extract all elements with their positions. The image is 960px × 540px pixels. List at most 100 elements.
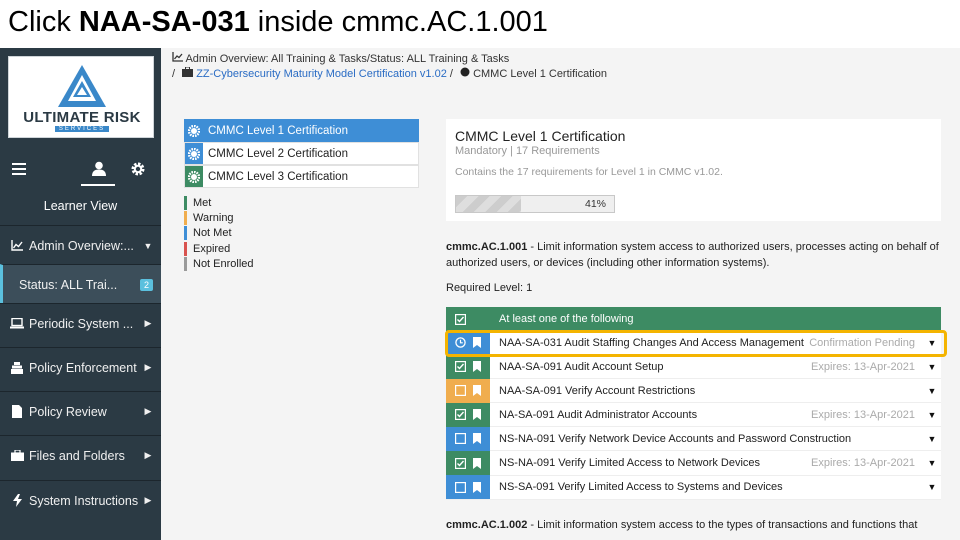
row-dropdown-icon[interactable]: ▼ [923, 482, 941, 492]
chart-icon [172, 52, 183, 62]
legend-not-enrolled: Not Enrolled [184, 256, 254, 271]
bolt-icon [9, 494, 25, 508]
card-title: CMMC Level 1 Certification [455, 128, 626, 144]
progress-fill [456, 196, 521, 212]
legend-expired: Expired [184, 241, 254, 256]
requirement-row-naa-sa-031[interactable]: NAA-SA-031 Audit Staffing Changes And Ac… [446, 330, 941, 356]
sidebar-item-periodic-system[interactable]: Periodic System ... ▶ [0, 303, 161, 343]
sidebar-item-files-folders[interactable]: Files and Folders ▶ [0, 435, 161, 475]
status-legend: Met Warning Not Met Expired Not Enrolled [184, 195, 254, 271]
row-dropdown-icon[interactable]: ▼ [923, 362, 941, 372]
requirement-id-2: cmmc.AC.1.002 [446, 519, 528, 531]
card-subtitle: Mandatory | 17 Requirements [455, 145, 600, 157]
instruction-target: NAA-SA-031 [78, 6, 250, 38]
chart-icon [9, 239, 25, 253]
requirement-description: cmmc.AC.1.001 - Limit information system… [446, 241, 939, 269]
instruction-suffix: inside cmmc.AC.1.001 [249, 6, 548, 38]
certification-summary-card: CMMC Level 1 Certification Mandatory | 1… [446, 119, 941, 221]
level-item-2[interactable]: CMMC Level 2 Certification [184, 142, 419, 165]
file-icon [9, 405, 25, 419]
row-status-cell [446, 451, 490, 476]
checkbox-checked-icon [454, 409, 466, 421]
legend-met: Met [184, 195, 254, 210]
breadcrumb: Admin Overview: All Training & Tasks/Sta… [172, 52, 607, 80]
row-dropdown-icon[interactable]: ▼ [923, 434, 941, 444]
briefcase-icon [182, 66, 194, 77]
requirement-id: cmmc.AC.1.001 [446, 241, 528, 253]
requirement-row-ns-sa-091[interactable]: NS-SA-091 Verify Limited Access to Syste… [446, 475, 941, 500]
instruction-banner: Click NAA-SA-031 inside cmmc.AC.1.001 [0, 0, 960, 48]
briefcase-icon [9, 449, 25, 463]
bookmark-icon [473, 433, 482, 445]
requirement-row-na-sa-091[interactable]: NA-SA-091 Audit Administrator Accounts E… [446, 402, 941, 428]
requirement-row-ns-na-091-network[interactable]: NS-NA-091 Verify Limited Access to Netwo… [446, 451, 941, 476]
status-badge: 2 [139, 278, 153, 291]
sidebar-item-admin-overview[interactable]: Admin Overview:... ▼ [0, 225, 161, 265]
legend-warning: Warning [184, 210, 254, 225]
user-icon[interactable] [88, 158, 110, 180]
row-status-cell [446, 354, 490, 379]
bookmark-icon [473, 457, 482, 469]
logo-subtext: SERVICES [9, 126, 155, 132]
requirement-row-naa-sa-091-setup[interactable]: NAA-SA-091 Audit Account Setup Expires: … [446, 354, 941, 380]
sidebar-item-system-instructions[interactable]: System Instructions ▶ [0, 480, 161, 520]
requirement-row-ns-na-091-passwords[interactable]: NS-NA-091 Verify Network Device Accounts… [446, 426, 941, 452]
certification-level-list: CMMC Level 1 Certification CMMC Level 2 … [184, 119, 419, 188]
breadcrumb-line1[interactable]: Admin Overview: All Training & Tasks/Sta… [172, 52, 607, 65]
sidebar-item-policy-review[interactable]: Policy Review ▶ [0, 391, 161, 431]
row-status-cell [446, 378, 490, 403]
sidebar-item-status[interactable]: Status: ALL Trai... 2 [0, 264, 161, 304]
level-item-1[interactable]: CMMC Level 1 Certification [184, 119, 419, 142]
instruction-text: Click NAA-SA-031 inside cmmc.AC.1.001 [8, 6, 548, 39]
sidebar-item-policy-enforcement[interactable]: Policy Enforcement ▶ [0, 347, 161, 387]
row-status-cell [446, 402, 490, 427]
breadcrumb-line2: / ZZ-Cybersecurity Maturity Model Certif… [172, 66, 607, 80]
row-status-cell [446, 475, 490, 500]
row-dropdown-icon[interactable]: ▼ [923, 410, 941, 420]
legend-not-met: Not Met [184, 226, 254, 241]
bookmark-icon [473, 337, 482, 349]
checkbox-empty-icon [454, 385, 466, 397]
checkbox-empty-icon [454, 481, 466, 493]
bookmark-icon [473, 481, 482, 493]
caret-right-icon: ▶ [144, 362, 152, 372]
instruction-prefix: Click [8, 6, 79, 38]
bookmark-icon [473, 409, 482, 421]
caret-down-icon: ▼ [143, 240, 153, 251]
requirement-description-2: cmmc.AC.1.002 - Limit information system… [446, 519, 918, 531]
certificate-icon [185, 143, 203, 164]
checkbox-checked-icon[interactable] [446, 313, 474, 325]
requirement-row-naa-sa-091-restrictions[interactable]: NAA-SA-091 Verify Account Restrictions ▼ [446, 378, 941, 404]
required-level: Required Level: 1 [446, 282, 533, 294]
progress-bar: 41% [455, 195, 615, 213]
clock-icon [455, 337, 466, 348]
gavel-icon [9, 361, 25, 375]
badge-icon [460, 67, 470, 77]
bookmark-icon [473, 361, 482, 373]
caret-right-icon: ▶ [144, 495, 152, 505]
breadcrumb-current: CMMC Level 1 Certification [473, 68, 607, 80]
checkbox-checked-icon [454, 457, 466, 469]
gear-icon[interactable] [127, 158, 149, 180]
row-dropdown-icon[interactable]: ▼ [923, 386, 941, 396]
caret-right-icon: ▶ [144, 318, 152, 328]
checkbox-empty-icon [454, 433, 466, 445]
learner-view-label[interactable]: Learner View [0, 194, 161, 218]
card-description: Contains the 17 requirements for Level 1… [455, 166, 723, 178]
user-tab-indicator [81, 184, 115, 186]
mountain-logo-icon [58, 65, 106, 107]
laptop-icon [9, 317, 25, 331]
caret-right-icon: ▶ [144, 450, 152, 460]
row-dropdown-icon[interactable]: ▼ [923, 458, 941, 468]
company-logo[interactable]: ULTIMATE RISK SERVICES [8, 56, 154, 138]
row-dropdown-icon[interactable]: ▼ [923, 338, 941, 348]
breadcrumb-link-cmmc[interactable]: ZZ-Cybersecurity Maturity Model Certific… [196, 68, 447, 80]
checkbox-checked-icon [454, 361, 466, 373]
level-item-3[interactable]: CMMC Level 3 Certification [184, 165, 419, 188]
menu-icon[interactable] [8, 158, 30, 180]
requirement-group-header: At least one of the following [446, 307, 941, 331]
certificate-icon [185, 120, 203, 141]
caret-right-icon: ▶ [144, 406, 152, 416]
row-status-cell [446, 426, 490, 451]
progress-text: 41% [584, 198, 606, 210]
